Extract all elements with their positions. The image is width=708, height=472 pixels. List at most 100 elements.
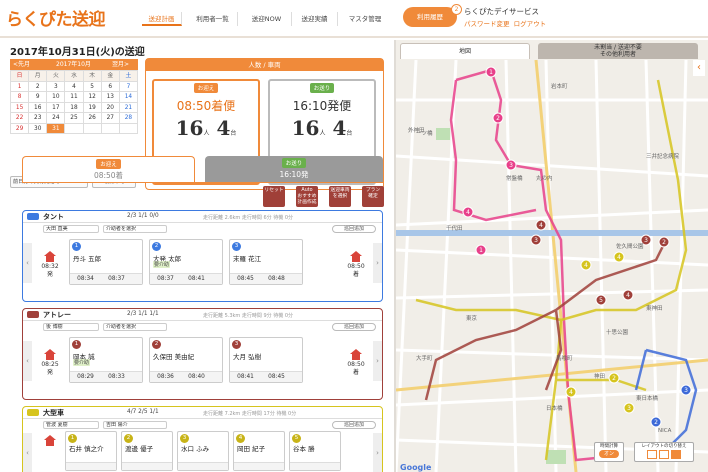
vehicle-card: 大型車 4/7 2/5 1/1 走行距離 7.2km 走行時間 17分 待機 0分管… [22,406,383,472]
calendar-day[interactable]: 9 [29,92,48,103]
scroll-right-icon[interactable]: › [373,243,382,283]
calendar-day[interactable]: 26 [83,113,102,124]
calendar-day[interactable]: 14 [119,92,138,103]
weekday-header: 水 [65,71,84,82]
calendar-day[interactable]: 11 [65,92,84,103]
helper-select[interactable]: 介助者を選択 [103,225,167,233]
time-calc-toggle[interactable]: 時間計算 オン [594,442,624,462]
app-logo[interactable]: らくぴた送迎 [6,5,106,30]
calendar-day[interactable]: 31 [47,123,66,134]
nav-users[interactable]: 利用者一覧 [188,12,238,26]
add-stop-button[interactable]: 巡回追加 [332,225,376,233]
calendar-day[interactable]: 12 [83,92,102,103]
tab-unassigned[interactable]: 未割当 / 送迎不要 その他利用者 [538,43,698,59]
history-button[interactable]: 利用履歴 [403,7,457,27]
map-pane: 地図 未割当 / 送迎不要 その他利用者 123443132444543232神… [396,40,708,472]
calendar-day[interactable]: 5 [83,81,102,92]
scroll-left-icon[interactable]: ‹ [23,243,32,283]
calendar-day[interactable]: 15 [11,102,30,113]
calendar-day[interactable]: 22 [11,113,30,124]
calendar-day[interactable]: 8 [11,92,30,103]
layout-switcher[interactable]: レイアウトの切り替え [634,442,694,462]
calendar-day[interactable]: 25 [65,113,84,124]
stop-times [290,462,340,470]
calendar-day[interactable]: 24 [47,113,66,124]
calendar-day[interactable]: 6 [101,81,120,92]
stop-card[interactable]: 4 岡田 紀子 [233,431,285,471]
calendar-day[interactable]: 29 [11,123,30,134]
password-link[interactable]: パスワード変更 [464,20,510,28]
calendar-day[interactable]: 4 [65,81,84,92]
map-marker-number: 5 [599,297,603,304]
add-stop-button[interactable]: 巡回追加 [332,323,376,331]
arrival-time: 08:41 [237,374,254,380]
departure-time: 08:45 [268,374,285,380]
add-stop-button[interactable]: 巡回追加 [332,421,376,429]
calendar-day[interactable]: 27 [101,113,120,124]
calendar-grid: 日月火水木金土 1 2 3 4 5 6 7 8 9 10 11 12 13 14 15 16 17 18 19 20 21… [10,70,138,134]
driver-select[interactable]: 大田 直美 [43,225,99,233]
nav-plan[interactable]: 送迎計画 [142,12,182,26]
stop-card[interactable]: 3 大月 弘樹 08:41 08:45 [229,337,303,383]
next-month-link[interactable]: 翌月> [112,59,129,70]
stop-card[interactable]: 2 渡邊 優子 [121,431,173,471]
calendar-day[interactable]: 18 [65,102,84,113]
stop-card[interactable]: 3 末羅 花江 08:45 08:48 [229,239,303,285]
helper-select[interactable]: 吉田 陽介 [103,421,167,429]
calendar-day[interactable]: 28 [119,113,138,124]
layout-option-icon[interactable] [671,450,681,459]
reset-button[interactable]: リセット [263,186,285,207]
stop-number: 2 [124,434,133,443]
calendar-day[interactable]: 17 [47,102,66,113]
nav-master[interactable]: マスタ管理 [342,12,388,26]
stop-times [234,462,284,470]
confirm-plan-button[interactable]: プラン 確定 [362,186,384,207]
calendar-day[interactable]: 30 [29,123,48,134]
calendar-day[interactable]: 2 [29,81,48,92]
app-root: らくぴた送迎 送迎計画 利用者一覧 送迎NOW 送迎実績 マスタ管理 利用履歴 … [0,0,708,472]
calendar-day[interactable]: 20 [101,102,120,113]
route-map[interactable]: 1 2 3 4 4 3 1 3 2 4 4 4 5 4 3 2 3 2 神田 岩本町東神田東日本橋 馬喰町 大手町 東京日本… [396,60,708,472]
driver-select[interactable]: 後 博樹 [43,323,99,331]
scroll-right-icon[interactable]: › [373,433,382,472]
collapse-icon[interactable]: ‹ [693,60,705,76]
scroll-right-icon[interactable]: › [373,341,382,381]
calendar-day[interactable]: 21 [119,102,138,113]
tab-dropoff[interactable]: お送り 16:10発 [205,156,383,182]
vehicle-capacity: 2/3 1/1 0/0 [127,213,159,219]
logout-link[interactable]: ログアウト [514,20,547,28]
stop-card[interactable]: 5 谷本 勝 [289,431,341,471]
calendar-day[interactable]: 16 [29,102,48,113]
toggle-switch[interactable]: オン [599,450,619,458]
calendar-day[interactable]: 1 [11,81,30,92]
helper-select[interactable]: 介助者を選択 [103,323,167,331]
tab-map[interactable]: 地図 [400,43,530,59]
tab-pickup[interactable]: お迎え 08:50着 [22,156,195,182]
prev-month-link[interactable]: <先月 [13,59,30,70]
calendar-day[interactable]: 3 [47,81,66,92]
calendar-day[interactable]: 23 [29,113,48,124]
nav-now[interactable]: 送迎NOW [242,12,292,26]
auto-plan-button[interactable]: Auto おすすめ 計画作成 [296,186,318,207]
stop-card[interactable]: 1 石井 慎之介 [65,431,117,471]
stop-card[interactable]: 1 岡本 誠要介助 08:29 08:33 [69,337,143,383]
calendar-day[interactable]: 13 [101,92,120,103]
calendar-day[interactable]: 7 [119,81,138,92]
driver-select[interactable]: 管波 夏樹 [43,421,99,429]
layout-option-icon[interactable] [659,450,669,459]
scroll-left-icon[interactable]: ‹ [23,341,32,381]
calendar-day[interactable]: 19 [83,102,102,113]
tab-dropoff-time: 16:10発 [279,170,309,179]
layout-option-icon[interactable] [647,450,657,459]
stop-card[interactable]: 1 丹斗 五郎 08:34 08:37 [69,239,143,285]
weekday-header: 木 [83,71,102,82]
nav-results[interactable]: 送迎実績 [292,12,338,26]
select-vehicle-button[interactable]: 送迎車両 を選択 [329,186,351,207]
stop-card[interactable]: 2 大発 太郎 要介助 08:37 08:41 [149,239,223,285]
stop-card[interactable]: 2 久保田 美由紀 08:36 08:40 [149,337,223,383]
departure-time: 08:37 [108,276,125,282]
calendar-day[interactable]: 10 [47,92,66,103]
scroll-left-icon[interactable]: ‹ [23,433,32,472]
stop-times: 08:45 08:48 [230,273,302,284]
stop-card[interactable]: 3 水口 ふみ [177,431,229,471]
